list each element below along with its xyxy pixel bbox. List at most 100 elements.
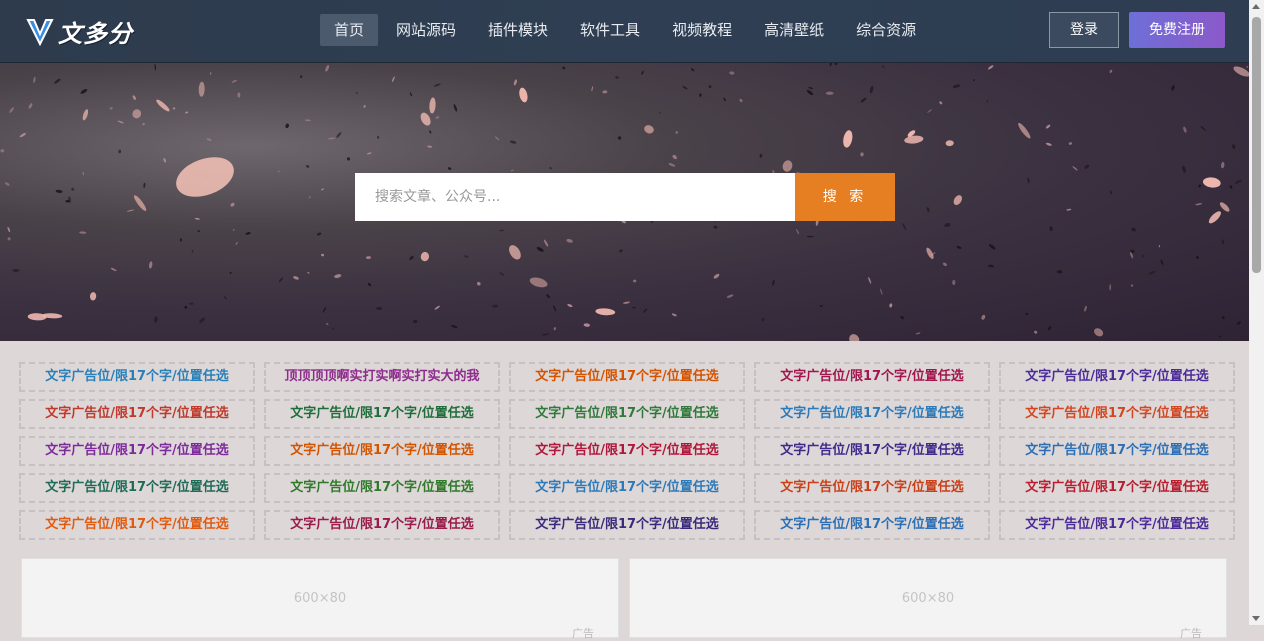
- banner-ad-right[interactable]: 600×80 广告: [629, 558, 1227, 640]
- nav-item-0[interactable]: 首页: [320, 14, 379, 46]
- nav-item-1[interactable]: 网站源码: [382, 14, 470, 46]
- petal: [118, 149, 122, 154]
- petal: [143, 182, 146, 188]
- site-header: 文多分 首页 网站源码 插件模块 软件工具 视频教程 高清壁纸 综合资源 登录 免费注册: [0, 0, 1249, 63]
- petal: [1018, 122, 1031, 139]
- search-input[interactable]: [355, 173, 795, 221]
- text-ad-link[interactable]: 文字广告位/限17个字/位置任选: [999, 362, 1235, 392]
- text-ad-link[interactable]: 文字广告位/限17个字/位置任选: [754, 510, 990, 540]
- petal: [868, 277, 872, 284]
- petal: [567, 303, 573, 308]
- nav-item-6[interactable]: 综合资源: [842, 14, 930, 46]
- text-ad-link[interactable]: 文字广告位/限17个字/位置任选: [19, 399, 255, 429]
- petal: [641, 70, 644, 75]
- petal: [713, 273, 720, 279]
- petal: [726, 294, 734, 298]
- petal: [553, 327, 556, 331]
- scroll-up-arrow-icon[interactable]: [1252, 4, 1260, 9]
- petal: [806, 89, 814, 96]
- text-ad-link[interactable]: 文字广告位/限17个字/位置任选: [754, 436, 990, 466]
- nav-item-2[interactable]: 插件模块: [474, 14, 562, 46]
- text-ad-link[interactable]: 文字广告位/限17个字/位置任选: [999, 473, 1235, 503]
- text-ad-link[interactable]: 文字广告位/限17个字/位置任选: [509, 362, 745, 392]
- text-ad-link[interactable]: 文字广告位/限17个字/位置任选: [264, 399, 500, 429]
- petal: [519, 87, 528, 103]
- petal: [278, 277, 284, 283]
- text-ad-link[interactable]: 文字广告位/限17个字/位置任选: [19, 362, 255, 392]
- petal: [1045, 124, 1051, 129]
- petal: [363, 105, 366, 108]
- text-ad-link[interactable]: 顶顶顶顶啊实打实啊实打实大的我: [264, 362, 500, 392]
- petal: [1219, 202, 1230, 212]
- text-ad-link[interactable]: 文字广告位/限17个字/位置任选: [999, 436, 1235, 466]
- petal: [1220, 161, 1225, 169]
- nav-item-3[interactable]: 软件工具: [566, 14, 654, 46]
- scroll-down-arrow-icon[interactable]: [1252, 616, 1260, 621]
- login-button[interactable]: 登录: [1049, 12, 1119, 48]
- petal: [927, 109, 933, 113]
- petal: [0, 149, 5, 153]
- petal: [494, 136, 500, 141]
- text-ad-link[interactable]: 文字广告位/限17个字/位置任选: [19, 473, 255, 503]
- scroll-thumb[interactable]: [1252, 17, 1261, 273]
- petal: [1232, 144, 1236, 150]
- petal: [1072, 166, 1078, 171]
- petal: [231, 79, 237, 83]
- petal: [1045, 142, 1052, 146]
- petal: [453, 104, 458, 112]
- petal: [464, 255, 469, 258]
- text-ad-link[interactable]: 文字广告位/限17个字/位置任选: [754, 399, 990, 429]
- petal: [1110, 190, 1112, 195]
- petal: [713, 225, 718, 229]
- text-ad-link[interactable]: 文字广告位/限17个字/位置任选: [509, 473, 745, 503]
- petal: [915, 332, 921, 335]
- petal: [1066, 208, 1072, 211]
- nav-item-4[interactable]: 视频教程: [658, 14, 746, 46]
- petal: [307, 271, 310, 274]
- text-ad-link[interactable]: 文字广告位/限17个字/位置任选: [264, 436, 500, 466]
- text-ad-link[interactable]: 文字广告位/限17个字/位置任选: [19, 436, 255, 466]
- site-logo[interactable]: 文多分: [26, 14, 133, 48]
- text-ad-link[interactable]: 文字广告位/限17个字/位置任选: [754, 473, 990, 503]
- petal: [325, 323, 329, 326]
- text-ad-link[interactable]: 文字广告位/限17个字/位置任选: [999, 399, 1235, 429]
- ad-tag: 广告: [1180, 627, 1202, 640]
- petal: [671, 313, 677, 317]
- petal: [89, 292, 97, 301]
- petal: [619, 249, 623, 253]
- text-ad-link[interactable]: 文字广告位/限17个字/位置任选: [19, 510, 255, 540]
- petal: [179, 238, 183, 242]
- petal: [110, 267, 117, 272]
- page-scrollbar[interactable]: [1249, 0, 1264, 625]
- petal: [365, 256, 372, 260]
- text-ad-link[interactable]: 文字广告位/限17个字/位置任选: [264, 473, 500, 503]
- text-ad-link[interactable]: 文字广告位/限17个字/位置任选: [509, 399, 745, 429]
- petal: [7, 237, 11, 241]
- petal: [355, 91, 359, 94]
- petal: [477, 281, 481, 286]
- petal: [808, 87, 814, 89]
- petal: [156, 99, 170, 112]
- petal: [206, 138, 212, 141]
- petal: [172, 107, 176, 110]
- petal: [304, 119, 311, 122]
- nav-item-5[interactable]: 高清壁纸: [750, 14, 838, 46]
- petal: [939, 101, 943, 105]
- banner-ad-left[interactable]: 600×80 广告: [21, 558, 619, 640]
- petal: [71, 187, 75, 191]
- text-ad-link[interactable]: 文字广告位/限17个字/位置任选: [509, 436, 745, 466]
- petal: [536, 247, 544, 252]
- petal: [235, 241, 238, 245]
- text-ad-link[interactable]: 文字广告位/限17个字/位置任选: [999, 510, 1235, 540]
- petal: [308, 196, 311, 199]
- petal: [1049, 226, 1053, 232]
- text-ad-link[interactable]: 文字广告位/限17个字/位置任选: [509, 510, 745, 540]
- petal: [82, 109, 89, 121]
- petal: [429, 97, 436, 114]
- text-ad-link[interactable]: 文字广告位/限17个字/位置任选: [264, 510, 500, 540]
- search-button[interactable]: 搜 索: [795, 173, 895, 221]
- register-button[interactable]: 免费注册: [1129, 12, 1225, 48]
- petal: [729, 71, 735, 75]
- text-ad-link[interactable]: 文字广告位/限17个字/位置任选: [754, 362, 990, 392]
- petal: [566, 238, 573, 243]
